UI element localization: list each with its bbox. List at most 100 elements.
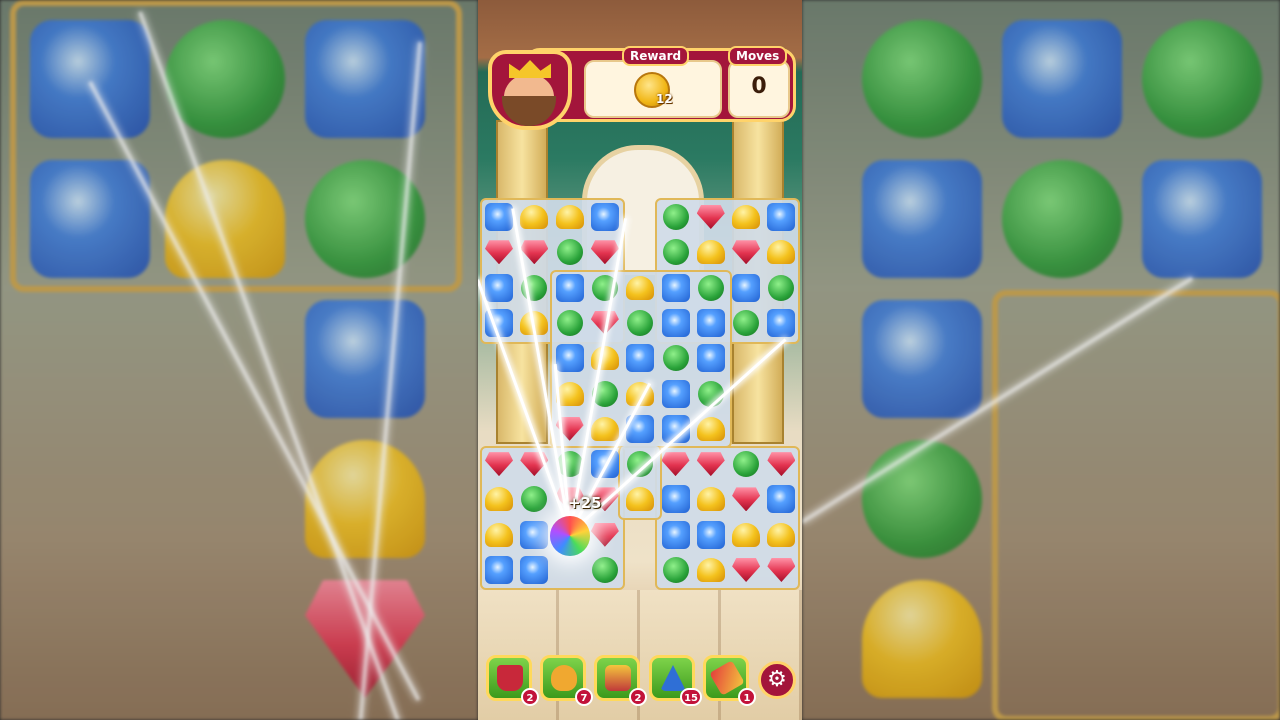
green-clover-piece-icon	[768, 274, 795, 301]
background-tile	[1142, 160, 1262, 278]
gold-helmet-piece-icon	[696, 416, 725, 441]
board-cell[interactable]	[694, 200, 728, 234]
board-cell[interactable]	[659, 271, 693, 305]
board-cell[interactable]	[623, 412, 657, 446]
board-cell[interactable]	[659, 553, 693, 587]
board-cell[interactable]	[588, 518, 622, 552]
board-cell[interactable]	[729, 271, 763, 305]
gold-helmet-piece-icon	[626, 487, 655, 512]
board-cell[interactable]	[553, 341, 587, 375]
board-cell[interactable]	[553, 235, 587, 269]
board-cell[interactable]	[553, 306, 587, 340]
board-cell[interactable]	[623, 447, 657, 481]
gold-helmet-piece-icon	[555, 205, 584, 229]
background-tile	[862, 580, 982, 698]
green-clover-piece-icon	[662, 204, 689, 230]
board-cell[interactable]	[694, 306, 728, 340]
settings-button[interactable]: ⚙	[758, 661, 796, 699]
board-cell[interactable]	[623, 377, 657, 411]
background-tile	[862, 440, 982, 558]
board-cell[interactable]	[482, 482, 516, 516]
gold-helmet-piece-icon	[696, 558, 725, 582]
board-cell[interactable]	[694, 271, 728, 305]
board-cell[interactable]	[694, 553, 728, 587]
board-cell[interactable]	[517, 518, 551, 552]
board-cell[interactable]	[729, 447, 763, 481]
board-cell[interactable]	[517, 200, 551, 234]
board-cell[interactable]	[553, 271, 587, 305]
board-cell[interactable]	[482, 518, 516, 552]
board-cell[interactable]	[659, 235, 693, 269]
blue-tower-piece-icon	[661, 485, 690, 514]
board-cell[interactable]	[694, 482, 728, 516]
board-cell[interactable]	[517, 482, 551, 516]
board-cell[interactable]	[623, 306, 657, 340]
blue-tower-piece-icon	[520, 556, 549, 584]
board-cell[interactable]	[482, 200, 516, 234]
booster-count: 15	[680, 688, 702, 706]
red-gem-piece-icon	[485, 240, 513, 265]
board-cell[interactable]	[588, 341, 622, 375]
board-cell[interactable]	[764, 518, 798, 552]
rainbow-ball-icon[interactable]	[550, 516, 590, 556]
mailbox-booster[interactable]: 2	[486, 655, 539, 706]
board-cell[interactable]	[482, 553, 516, 587]
board-cell[interactable]	[764, 200, 798, 234]
cannon-icon	[605, 665, 631, 691]
moves-counter: 0	[751, 74, 767, 99]
board-cell[interactable]	[764, 553, 798, 587]
board-cell[interactable]	[729, 306, 763, 340]
booster-count: 7	[575, 688, 593, 706]
board-cell[interactable]	[517, 553, 551, 587]
firework-booster[interactable]: 1	[703, 655, 756, 706]
board-cell[interactable]	[588, 553, 622, 587]
blue-tower-piece-icon	[661, 308, 690, 337]
board-cell[interactable]	[729, 518, 763, 552]
board-cell[interactable]	[659, 377, 693, 411]
wizard-hat-icon	[660, 665, 686, 691]
gold-helmet-piece-icon	[696, 487, 725, 512]
royal-hand-booster[interactable]: 7	[540, 655, 593, 706]
green-clover-piece-icon	[662, 557, 689, 583]
board-cell[interactable]	[729, 482, 763, 516]
board-cell[interactable]	[694, 518, 728, 552]
background-tile	[1142, 20, 1262, 138]
blue-tower-piece-icon	[696, 520, 725, 549]
board-cell[interactable]	[729, 200, 763, 234]
cannon-booster[interactable]: 2	[594, 655, 647, 706]
board-cell[interactable]	[694, 447, 728, 481]
board-cell[interactable]	[623, 341, 657, 375]
board-cell[interactable]	[623, 271, 657, 305]
board-cell[interactable]	[623, 482, 657, 516]
board-cell[interactable]	[694, 235, 728, 269]
background-frame	[992, 290, 1280, 720]
board-cell[interactable]	[659, 200, 693, 234]
board-cell[interactable]	[764, 235, 798, 269]
board-cell[interactable]	[482, 235, 516, 269]
board-cell[interactable]	[729, 235, 763, 269]
board-cell[interactable]	[764, 306, 798, 340]
board-cell[interactable]	[694, 341, 728, 375]
board-cell[interactable]	[764, 482, 798, 516]
background-tile	[305, 440, 425, 558]
board-cell[interactable]	[659, 341, 693, 375]
wizard-hat-booster[interactable]: 15	[649, 655, 702, 706]
board-cell[interactable]	[482, 447, 516, 481]
gold-helmet-piece-icon	[485, 522, 513, 547]
board-cell[interactable]	[659, 482, 693, 516]
board-cell[interactable]	[764, 447, 798, 481]
board-cell[interactable]	[659, 518, 693, 552]
king-avatar	[484, 44, 574, 134]
board-cell[interactable]	[764, 271, 798, 305]
board-cell[interactable]	[482, 271, 516, 305]
board-cell[interactable]	[659, 306, 693, 340]
blue-tower-piece-icon	[485, 203, 513, 231]
board-cell[interactable]	[553, 200, 587, 234]
green-clover-piece-icon	[662, 239, 689, 266]
green-clover-piece-icon	[556, 239, 583, 266]
board-cell[interactable]	[729, 553, 763, 587]
board-cell[interactable]	[588, 200, 622, 234]
blue-tower-piece-icon	[767, 308, 796, 337]
board-cell[interactable]	[659, 447, 693, 481]
gold-helmet-piece-icon	[767, 240, 796, 265]
